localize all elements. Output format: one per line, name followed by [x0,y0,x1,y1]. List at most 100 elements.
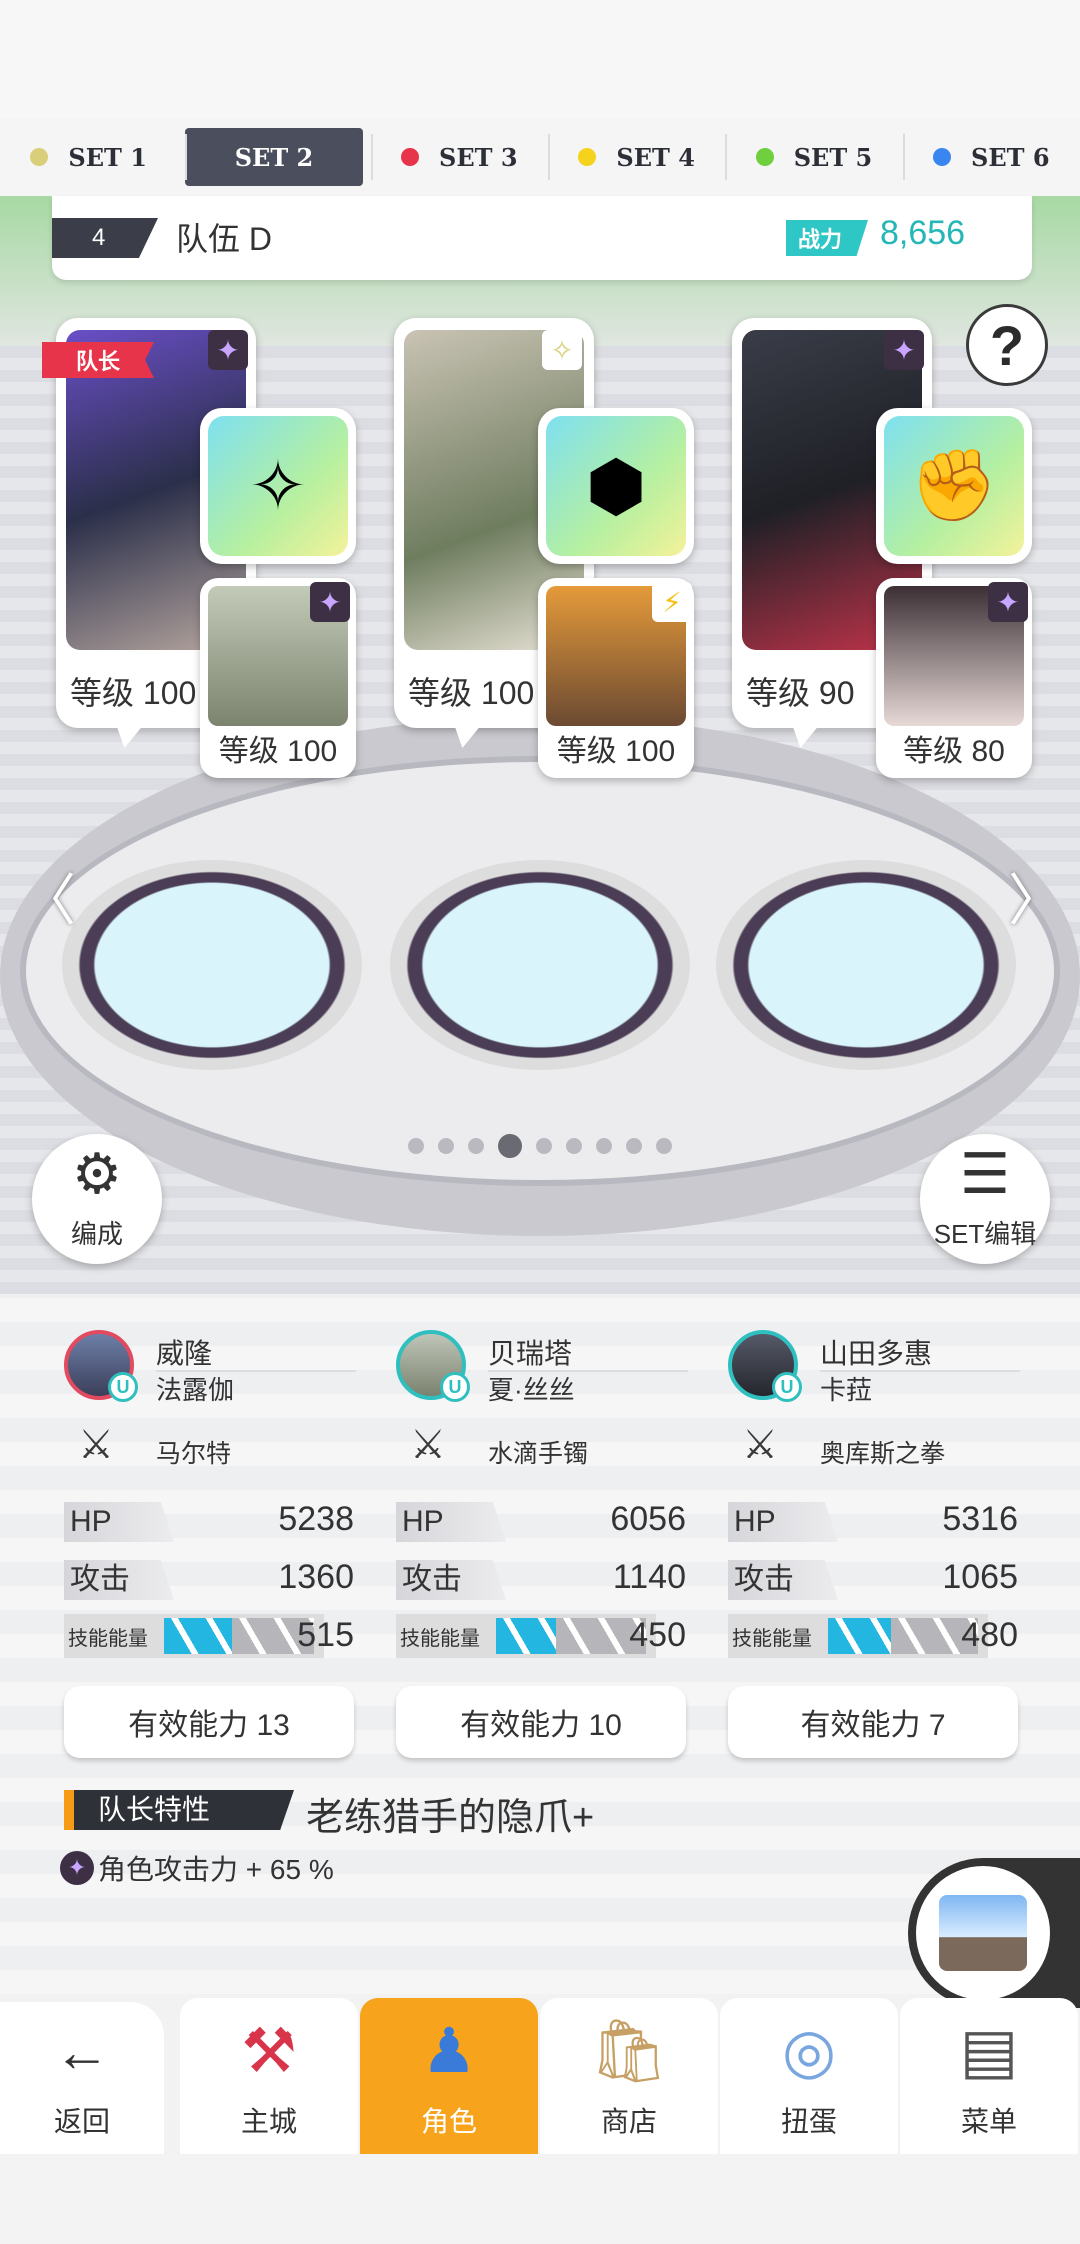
page-dot[interactable] [626,1138,642,1154]
character-name: 山田多惠 [820,1338,933,1369]
avatar[interactable]: U [396,1330,470,1402]
hp-row: HP 5238 [64,1498,354,1546]
energy-bar: 技能能量 480 [728,1614,1018,1658]
tab-set-3[interactable]: SET 3 [370,128,548,186]
system-bar [0,2154,1080,2244]
ability-button[interactable]: 有效能力 13 [64,1686,354,1758]
weapon-name: 水滴手镯 [488,1440,589,1468]
chevron-right-icon[interactable]: 〉 [1008,856,1064,937]
atk-row: 攻击 1065 [728,1556,1018,1604]
floating-gallery-button[interactable] [908,1858,1080,2008]
weapon-icon: ⚔ [742,1423,778,1467]
leader-skill-label: 队长特性 [64,1790,294,1830]
tab-set-1[interactable]: SET 1 [0,128,177,186]
support-level: 等级 100 [556,735,676,768]
atk-value: 1140 [612,1558,686,1596]
element-icon: ✧ [542,330,582,370]
hp-value: 5316 [942,1500,1018,1538]
person-gear-icon: ⚙ [71,1142,123,1205]
set-tabs: SET 1 SET 2 SET 3 SET 4 SET 5 SET 6 [0,118,1080,196]
ability-button[interactable]: 有效能力 10 [396,1686,686,1758]
page-dot[interactable] [408,1138,424,1154]
list-icon: ☰ [959,1142,1011,1205]
menu-icon: ▤ [959,2017,1019,2086]
page-dot[interactable] [438,1138,454,1154]
energy-value: 515 [297,1616,354,1654]
weapon-icon: ⚔ [410,1423,446,1467]
set-edit-button[interactable]: ☰ SET编辑 [920,1134,1050,1264]
energy-bar: 技能能量 515 [64,1614,354,1658]
bottom-nav: ⚒ 主城 ♟ 角色 🛍 商店 ◎ 扭蛋 ▤ 菜单 [0,1998,1080,2154]
power-value: 8,656 [880,214,966,252]
fist-icon: ✊ [884,416,1024,556]
element-icon: ✦ [310,582,350,622]
nav-character[interactable]: ♟ 角色 [360,1998,538,2154]
power-label: 战力 [786,220,868,256]
page-dot[interactable] [566,1138,582,1154]
page-dot[interactable] [656,1138,672,1154]
element-icon: ✦ [884,330,924,370]
nav-gacha[interactable]: ◎ 扭蛋 [720,1998,898,2154]
weapon-name: 马尔特 [156,1440,232,1468]
tab-set-6[interactable]: SET 6 [902,128,1080,186]
energy-bar: 技能能量 450 [396,1614,686,1658]
chevron-left-icon[interactable]: 〈 [20,856,76,937]
pedestal-1[interactable] [62,860,362,1070]
energy-row: 技能能量 515 [64,1614,354,1662]
gallery-icon [916,1866,1050,2000]
support-name: 法露伽 [156,1375,235,1405]
castle-icon: ⚒ [241,2017,297,2086]
weapon-row: ⚔ 奥库斯之拳 [728,1422,1018,1478]
nav-shop[interactable]: 🛍 商店 [540,1998,718,2154]
nav-menu[interactable]: ▤ 菜单 [900,1998,1078,2154]
support-name: 卡菈 [820,1375,873,1405]
pedestal-2[interactable] [390,860,690,1070]
energy-fill [496,1618,556,1654]
set-3-dot [401,148,420,166]
hp-value: 5238 [278,1500,354,1538]
support-badge-icon: U [108,1372,138,1402]
page-indicator [0,1134,1080,1158]
avatar[interactable]: U [728,1330,802,1402]
support-level: 等级 80 [903,735,1005,768]
weapon-slot-1[interactable]: ✧ [200,408,356,564]
element-icon: ✦ [988,582,1028,622]
atk-row: 攻击 1140 [396,1556,686,1604]
character-icon: ♟ [421,2017,477,2086]
bracelet-icon: ⬢ [546,416,686,556]
weapon-icon: ⚔ [78,1423,114,1467]
pedestal-3[interactable] [716,860,1016,1070]
ability-button[interactable]: 有效能力 7 [728,1686,1018,1758]
help-button[interactable]: ? [966,304,1048,386]
support-level: 等级 100 [218,735,338,768]
avatar[interactable]: U [64,1330,138,1402]
team-name[interactable]: 队伍 D [176,214,272,260]
leader-skill-desc: ✦ 角色攻击力 + 65 % [60,1848,334,1888]
weapon-row: ⚔ 水滴手镯 [396,1422,686,1478]
nav-castle[interactable]: ⚒ 主城 [180,1998,358,2154]
support-badge-icon: U [772,1372,802,1402]
hp-row: HP 6056 [396,1498,686,1546]
tab-set-2[interactable]: SET 2 [185,128,363,186]
hp-row: HP 5316 [728,1498,1018,1546]
atk-value: 1065 [942,1558,1018,1596]
leader-tag: 队长 [42,342,154,378]
team-header: 4 队伍 D 战力 8,656 [52,196,1032,280]
element-icon: ✦ [208,330,248,370]
weapon-slot-3[interactable]: ✊ [876,408,1032,564]
weapon-row: ⚔ 马尔特 [64,1422,354,1478]
page-dot-active[interactable] [498,1134,522,1158]
set-1-dot [30,148,49,166]
element-icon: ✦ [60,1851,94,1885]
formation-button[interactable]: ⚙ 编成 [32,1134,162,1264]
spear-icon: ✧ [208,416,348,556]
energy-row: 技能能量 480 [728,1614,1018,1662]
tab-set-5[interactable]: SET 5 [725,128,902,186]
weapon-slot-2[interactable]: ⬢ [538,408,694,564]
page-dot[interactable] [536,1138,552,1154]
page-dot[interactable] [596,1138,612,1154]
support-badge-icon: U [440,1372,470,1402]
page-dot[interactable] [468,1138,484,1154]
set-6-dot [933,148,952,166]
tab-set-4[interactable]: SET 4 [547,128,725,186]
